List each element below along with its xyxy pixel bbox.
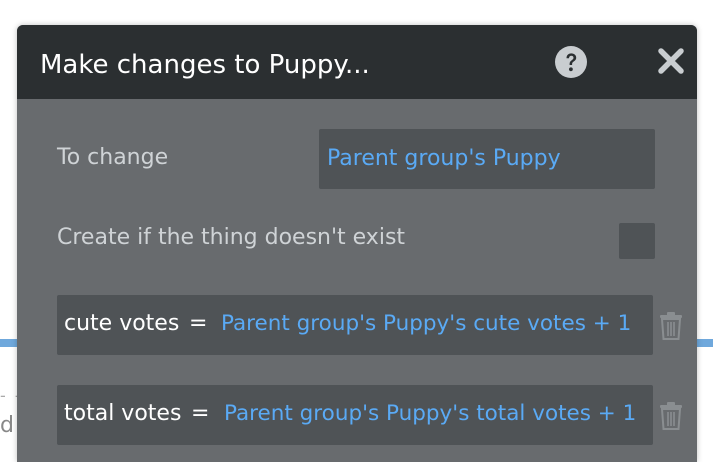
trash-icon[interactable]: [659, 312, 683, 340]
create-if-missing-checkbox[interactable]: [619, 223, 655, 259]
create-if-missing-label: Create if the thing doesn't exist: [57, 225, 406, 250]
to-change-value: Parent group's Puppy: [327, 146, 561, 171]
to-change-thing-field[interactable]: Parent group's Puppy: [319, 129, 655, 189]
assignment-row-cute-votes[interactable]: cute votes = Parent group's Puppy's cute…: [57, 295, 653, 355]
panel-title: Make changes to Puppy...: [40, 50, 370, 80]
trash-icon[interactable]: [659, 402, 683, 430]
assignment-field-name: total votes: [64, 401, 182, 426]
assignment-operator: =: [189, 311, 208, 336]
background-partial-text: d: [0, 413, 14, 438]
assignment-row-total-votes[interactable]: total votes = Parent group's Puppy's tot…: [57, 385, 653, 445]
help-icon[interactable]: [555, 46, 587, 78]
assignment-expression[interactable]: Parent group's Puppy's cute votes + 1: [221, 309, 631, 339]
assignment-field-name: cute votes: [64, 311, 180, 336]
close-icon[interactable]: [657, 47, 685, 75]
panel-header[interactable]: Make changes to Puppy...: [17, 25, 697, 99]
to-change-label: To change: [57, 145, 169, 170]
assignment-expression[interactable]: Parent group's Puppy's total votes + 1: [224, 399, 636, 429]
assignment-operator: =: [191, 401, 210, 426]
property-editor-panel: Make changes to Puppy... To change Paren…: [17, 25, 697, 462]
